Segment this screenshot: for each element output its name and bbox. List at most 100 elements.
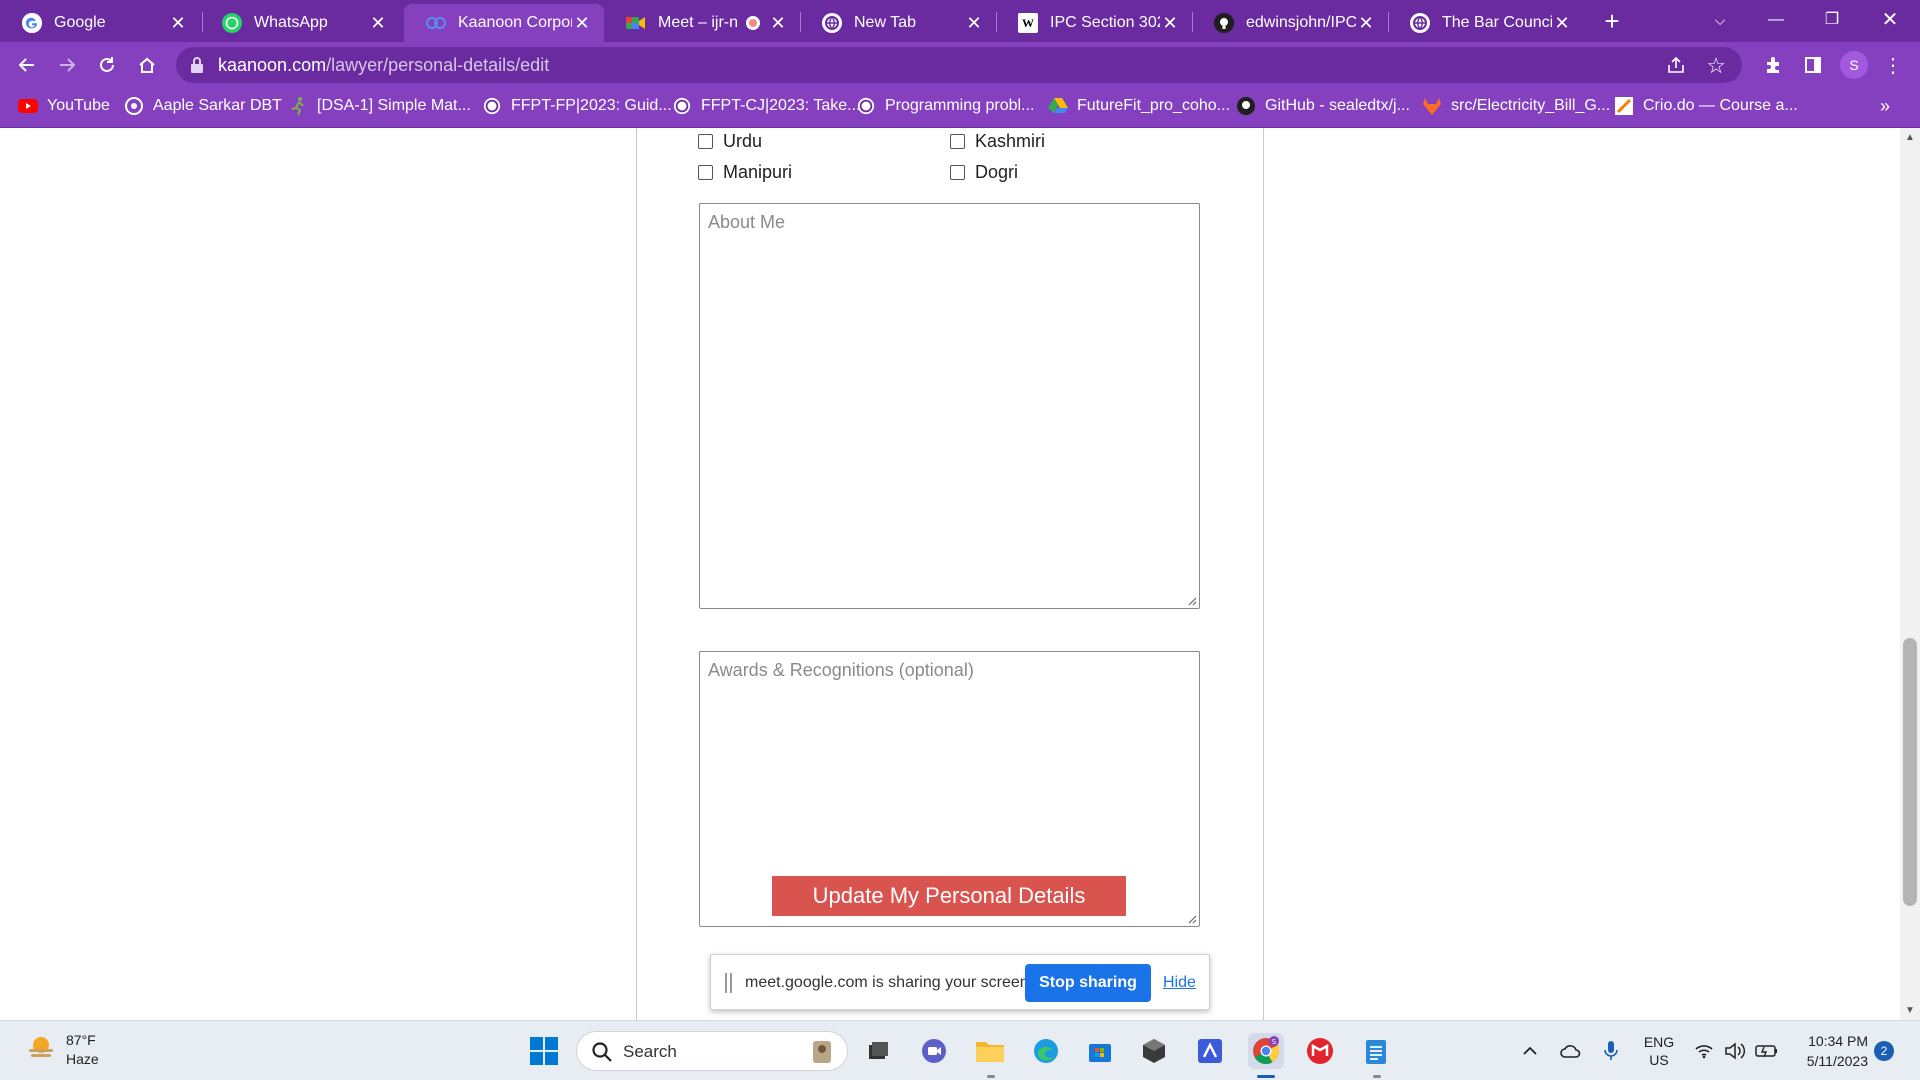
star-icon[interactable]: ☆ [1706,53,1726,79]
tab-strip: Google ✕ WhatsApp ✕ Kaanoon Corpora ✕ Me… [0,0,1920,42]
scrollbar-thumb[interactable] [1903,638,1917,906]
bookmark-aaple-sarkar[interactable]: Aaple Sarkar DBT [124,88,282,124]
teams-chat-icon[interactable] [916,1033,952,1069]
tab-title: Kaanoon Corpora [458,14,572,31]
volume-icon[interactable] [1722,1021,1748,1080]
tab-google[interactable]: Google ✕ [0,4,200,42]
tab-title: New Tab [854,14,916,31]
more-bookmarks-icon[interactable]: » [1880,96,1890,117]
bookmark-crio[interactable]: Crio.do — Course a... [1614,88,1798,124]
notification-badge[interactable]: 2 [1874,1041,1894,1061]
bookmark-youtube[interactable]: YouTube [18,88,110,124]
home-icon[interactable] [132,50,162,80]
stop-sharing-button[interactable]: Stop sharing [1025,964,1151,1002]
scroll-up-icon[interactable]: ▲ [1900,132,1920,143]
checkbox[interactable] [950,165,965,180]
app-cube-icon[interactable] [1136,1033,1172,1069]
url-text[interactable]: kaanoon.com/lawyer/personal-details/edit [218,47,549,83]
tab-title: The Bar Council o [1442,14,1552,31]
checkbox[interactable] [698,134,713,149]
close-icon[interactable]: ✕ [964,13,984,33]
about-me-textarea[interactable]: About Me [699,203,1200,609]
browser-toolbar: kaanoon.com/lawyer/personal-details/edit… [0,42,1920,88]
lock-icon[interactable] [190,56,204,79]
close-window-icon[interactable]: ✕ [1864,0,1916,42]
bookmark-futurefit[interactable]: FutureFit_pro_coho... [1048,88,1230,124]
scroll-down-icon[interactable]: ▼ [1900,1005,1920,1016]
close-icon[interactable]: ✕ [168,13,188,33]
bookmark-ffpt-cj[interactable]: FFPT-CJ|2023: Take... [672,88,860,124]
edge-icon[interactable] [1028,1033,1064,1069]
start-button[interactable] [526,1033,562,1069]
tab-whatsapp[interactable]: WhatsApp ✕ [200,4,400,42]
checkbox[interactable] [950,134,965,149]
gitlab-icon [1422,96,1442,116]
checkbox[interactable] [698,165,713,180]
tab-title: IPC Section 302 - [1050,14,1160,31]
tab-new-tab[interactable]: New Tab ✕ [800,4,996,42]
chevron-up-icon[interactable] [1518,1021,1542,1080]
battery-icon[interactable] [1752,1021,1782,1080]
tab-title: Meet – ijr-nw [658,14,738,31]
share-icon[interactable] [1666,55,1686,80]
language-checkbox-manipuri[interactable]: Manipuri [698,162,792,183]
close-icon[interactable]: ✕ [1160,13,1180,33]
drag-handle-icon[interactable] [725,973,733,993]
new-tab-button[interactable]: + [1598,8,1626,36]
wifi-icon[interactable] [1692,1021,1716,1080]
update-details-button[interactable]: Update My Personal Details [772,876,1126,916]
close-icon[interactable]: ✕ [368,13,388,33]
minimize-icon[interactable]: — [1750,0,1802,42]
clock[interactable]: 10:34 PM 5/11/2023 [1792,1031,1868,1071]
bookmark-programming[interactable]: Programming probl... [856,88,1034,124]
screen-sharing-bar: meet.google.com is sharing your screen. … [710,954,1210,1010]
resize-handle-icon[interactable] [1185,912,1197,924]
vscode-like-icon[interactable] [1192,1033,1228,1069]
tab-ipc[interactable]: W IPC Section 302 - ✕ [996,4,1192,42]
chrome-icon[interactable]: S [1248,1033,1284,1069]
close-icon[interactable]: ✕ [768,13,788,33]
runner-icon [288,96,308,116]
close-icon[interactable]: ✕ [1356,13,1376,33]
extensions-icon[interactable] [1758,50,1788,80]
language-checkbox-kashmiri[interactable]: Kashmiri [950,131,1045,152]
restore-icon[interactable]: ❐ [1806,0,1858,42]
microsoft-store-icon[interactable] [1082,1033,1118,1069]
profile-avatar[interactable]: S [1840,51,1868,79]
globe-icon [856,96,876,116]
bookmark-gitlab-electricity[interactable]: src/Electricity_Bill_G... [1422,88,1610,124]
bookmark-github-sealedtx[interactable]: GitHub - sealedtx/j... [1236,88,1410,124]
language-indicator[interactable]: ENG US [1640,1021,1678,1080]
onedrive-icon[interactable] [1556,1021,1586,1080]
side-panel-icon[interactable] [1798,50,1828,80]
page-scrollbar[interactable]: ▲ ▼ [1900,128,1920,1020]
microphone-icon[interactable] [1598,1021,1624,1080]
resize-handle-icon[interactable] [1185,594,1197,606]
language-checkbox-dogri[interactable]: Dogri [950,162,1018,183]
reload-icon[interactable] [92,50,122,80]
bookmark-ffpt-fp[interactable]: FFPT-FP|2023: Guid... [482,88,672,124]
bookmark-dsa[interactable]: [DSA-1] Simple Mat... [288,88,471,124]
task-view-icon[interactable] [860,1033,896,1069]
language-checkbox-urdu[interactable]: Urdu [698,131,762,152]
tab-github[interactable]: edwinsjohn/IPC-S ✕ [1192,4,1388,42]
forward-arrow-icon[interactable] [52,50,82,80]
notepad-icon[interactable] [1358,1033,1394,1069]
taskbar-search[interactable]: Search [576,1031,848,1071]
back-arrow-icon[interactable] [12,50,42,80]
address-bar[interactable]: kaanoon.com/lawyer/personal-details/edit… [176,47,1742,83]
hide-link[interactable]: Hide [1163,955,1196,1011]
tab-meet[interactable]: Meet – ijr-nw ✕ [604,4,800,42]
close-icon[interactable]: ✕ [1552,13,1572,33]
whatsapp-icon [124,96,144,116]
tab-search-chevron-icon[interactable]: ⌵ [1694,0,1746,42]
mcafee-icon[interactable] [1302,1033,1338,1069]
weather-widget[interactable]: 87°F Haze [26,1031,99,1069]
tab-kaanoon[interactable]: Kaanoon Corpora ✕ [404,4,604,42]
github-icon [1214,13,1234,33]
menu-kebab-icon[interactable]: ⋮ [1878,50,1908,80]
close-icon[interactable]: ✕ [572,13,592,33]
file-explorer-icon[interactable] [972,1033,1008,1069]
tab-bar-council[interactable]: The Bar Council o ✕ [1388,4,1584,42]
tab-title: WhatsApp [254,14,328,31]
